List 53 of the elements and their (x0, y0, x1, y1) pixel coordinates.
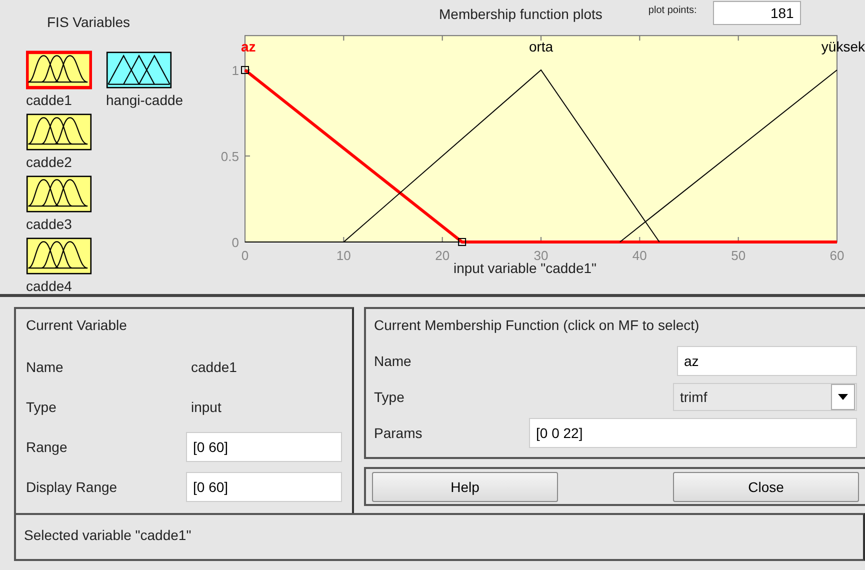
input-field[interactable]: [0 60] (186, 432, 342, 462)
field-value: input (191, 399, 222, 415)
variable-name: cadde4 (26, 278, 72, 294)
variable-name: cadde1 (26, 92, 72, 108)
plot-title: Membership function plots (439, 6, 602, 22)
field-label: Display Range (26, 479, 118, 495)
x-axis-label: input variable "cadde1" (452, 260, 598, 276)
field-label: Type (26, 399, 58, 415)
bell-curves-icon[interactable] (26, 50, 92, 90)
field-label: Type (374, 389, 406, 405)
variable-name: cadde3 (26, 216, 72, 232)
panel-title: Current Variable (26, 317, 128, 333)
dialog-button[interactable]: Close (673, 472, 859, 502)
y-tick-label: 0.5 (220, 149, 239, 164)
field-label: Name (26, 359, 64, 375)
field-label: Name (374, 353, 412, 369)
plot-points-label: plot points: (648, 5, 697, 16)
curve-label[interactable]: az (241, 38, 256, 55)
status-text: Selected variable "cadde1" (24, 527, 192, 543)
vertex-handle[interactable] (241, 66, 249, 74)
x-tick-label: 30 (534, 248, 548, 263)
variable-name: hangi-cadde (106, 92, 184, 108)
panel-title: FIS Variables (47, 14, 131, 32)
dialog-button[interactable]: Help (372, 472, 558, 502)
curve-label[interactable]: orta (528, 38, 554, 55)
x-tick-label: 0 (241, 248, 249, 263)
variable-name: cadde2 (26, 154, 72, 170)
caret-icon (838, 394, 848, 400)
field-label: Params (374, 425, 424, 441)
field-label: Range (26, 439, 68, 455)
type-dropdown[interactable]: trimf (673, 383, 857, 411)
bell-curves-icon[interactable] (26, 112, 92, 152)
triangle-curves-icon[interactable] (106, 50, 172, 90)
bell-curves-icon[interactable] (26, 174, 92, 214)
x-tick-label: 50 (731, 248, 746, 263)
input-field[interactable]: az (677, 346, 857, 376)
y-tick-label: 0 (232, 235, 239, 250)
panel-title: Current Membership Function (click on MF to select) (374, 317, 700, 333)
x-tick-label: 40 (632, 248, 647, 263)
input-field[interactable]: [0 60] (186, 472, 342, 502)
plot-points-field[interactable]: 181 (712, 1, 801, 25)
membership-curve[interactable] (619, 70, 838, 242)
curve-label[interactable]: yüksek (821, 38, 865, 55)
membership-curve[interactable] (343, 69, 660, 242)
x-tick-label: 10 (336, 248, 351, 263)
input-field[interactable]: [0 0 22] (529, 418, 857, 448)
field-value: cadde1 (191, 359, 237, 375)
membership-curve[interactable] (244, 68, 837, 244)
y-tick-label: 1 (232, 63, 239, 78)
x-tick-label: 60 (830, 248, 844, 263)
x-tick-label: 20 (435, 248, 450, 263)
bell-curves-icon[interactable] (26, 236, 92, 276)
vertex-handle[interactable] (458, 238, 466, 246)
